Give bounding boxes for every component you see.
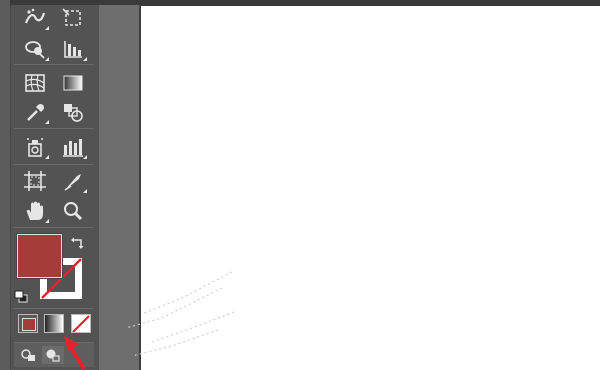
blend-icon[interactable]: [58, 99, 88, 125]
symbol-sprayer-tool-icon[interactable]: [20, 134, 50, 160]
tool-group-divider: [14, 227, 94, 228]
color-mode-button[interactable]: [18, 314, 38, 333]
panel-gutter: [99, 5, 141, 370]
tool-group-divider: [14, 308, 94, 309]
zoom-icon[interactable]: [58, 198, 88, 224]
artboard-canvas[interactable]: [141, 6, 600, 370]
bar-graph-icon[interactable]: [58, 134, 88, 160]
gradient-icon[interactable]: [58, 70, 88, 96]
draw-mode-bar: [14, 342, 94, 367]
draw-normal-icon[interactable]: [18, 346, 40, 364]
hand-icon[interactable]: [20, 198, 50, 224]
shape-builder-icon[interactable]: [20, 36, 50, 62]
swap-fill-stroke-icon[interactable]: [71, 234, 85, 249]
gradient-mode-button[interactable]: [44, 314, 64, 333]
tool-group-divider: [14, 164, 94, 165]
symbol-sprayer-icon[interactable]: [20, 5, 50, 31]
slice-icon[interactable]: [58, 168, 88, 194]
left-edge-strip: [0, 0, 10, 370]
default-fill-stroke-icon[interactable]: [14, 288, 28, 303]
tool-group-divider: [14, 64, 94, 65]
tool-group-divider: [14, 128, 94, 129]
none-mode-button[interactable]: [71, 314, 91, 333]
mesh-icon[interactable]: [20, 70, 50, 96]
eyedropper-icon[interactable]: [20, 99, 50, 125]
column-graph-icon[interactable]: [58, 36, 88, 62]
artboard-tool-icon[interactable]: [20, 168, 50, 194]
fill-color-swatch[interactable]: [17, 234, 62, 278]
draw-behind-icon[interactable]: [42, 346, 64, 364]
artboard-icon[interactable]: [58, 5, 88, 31]
